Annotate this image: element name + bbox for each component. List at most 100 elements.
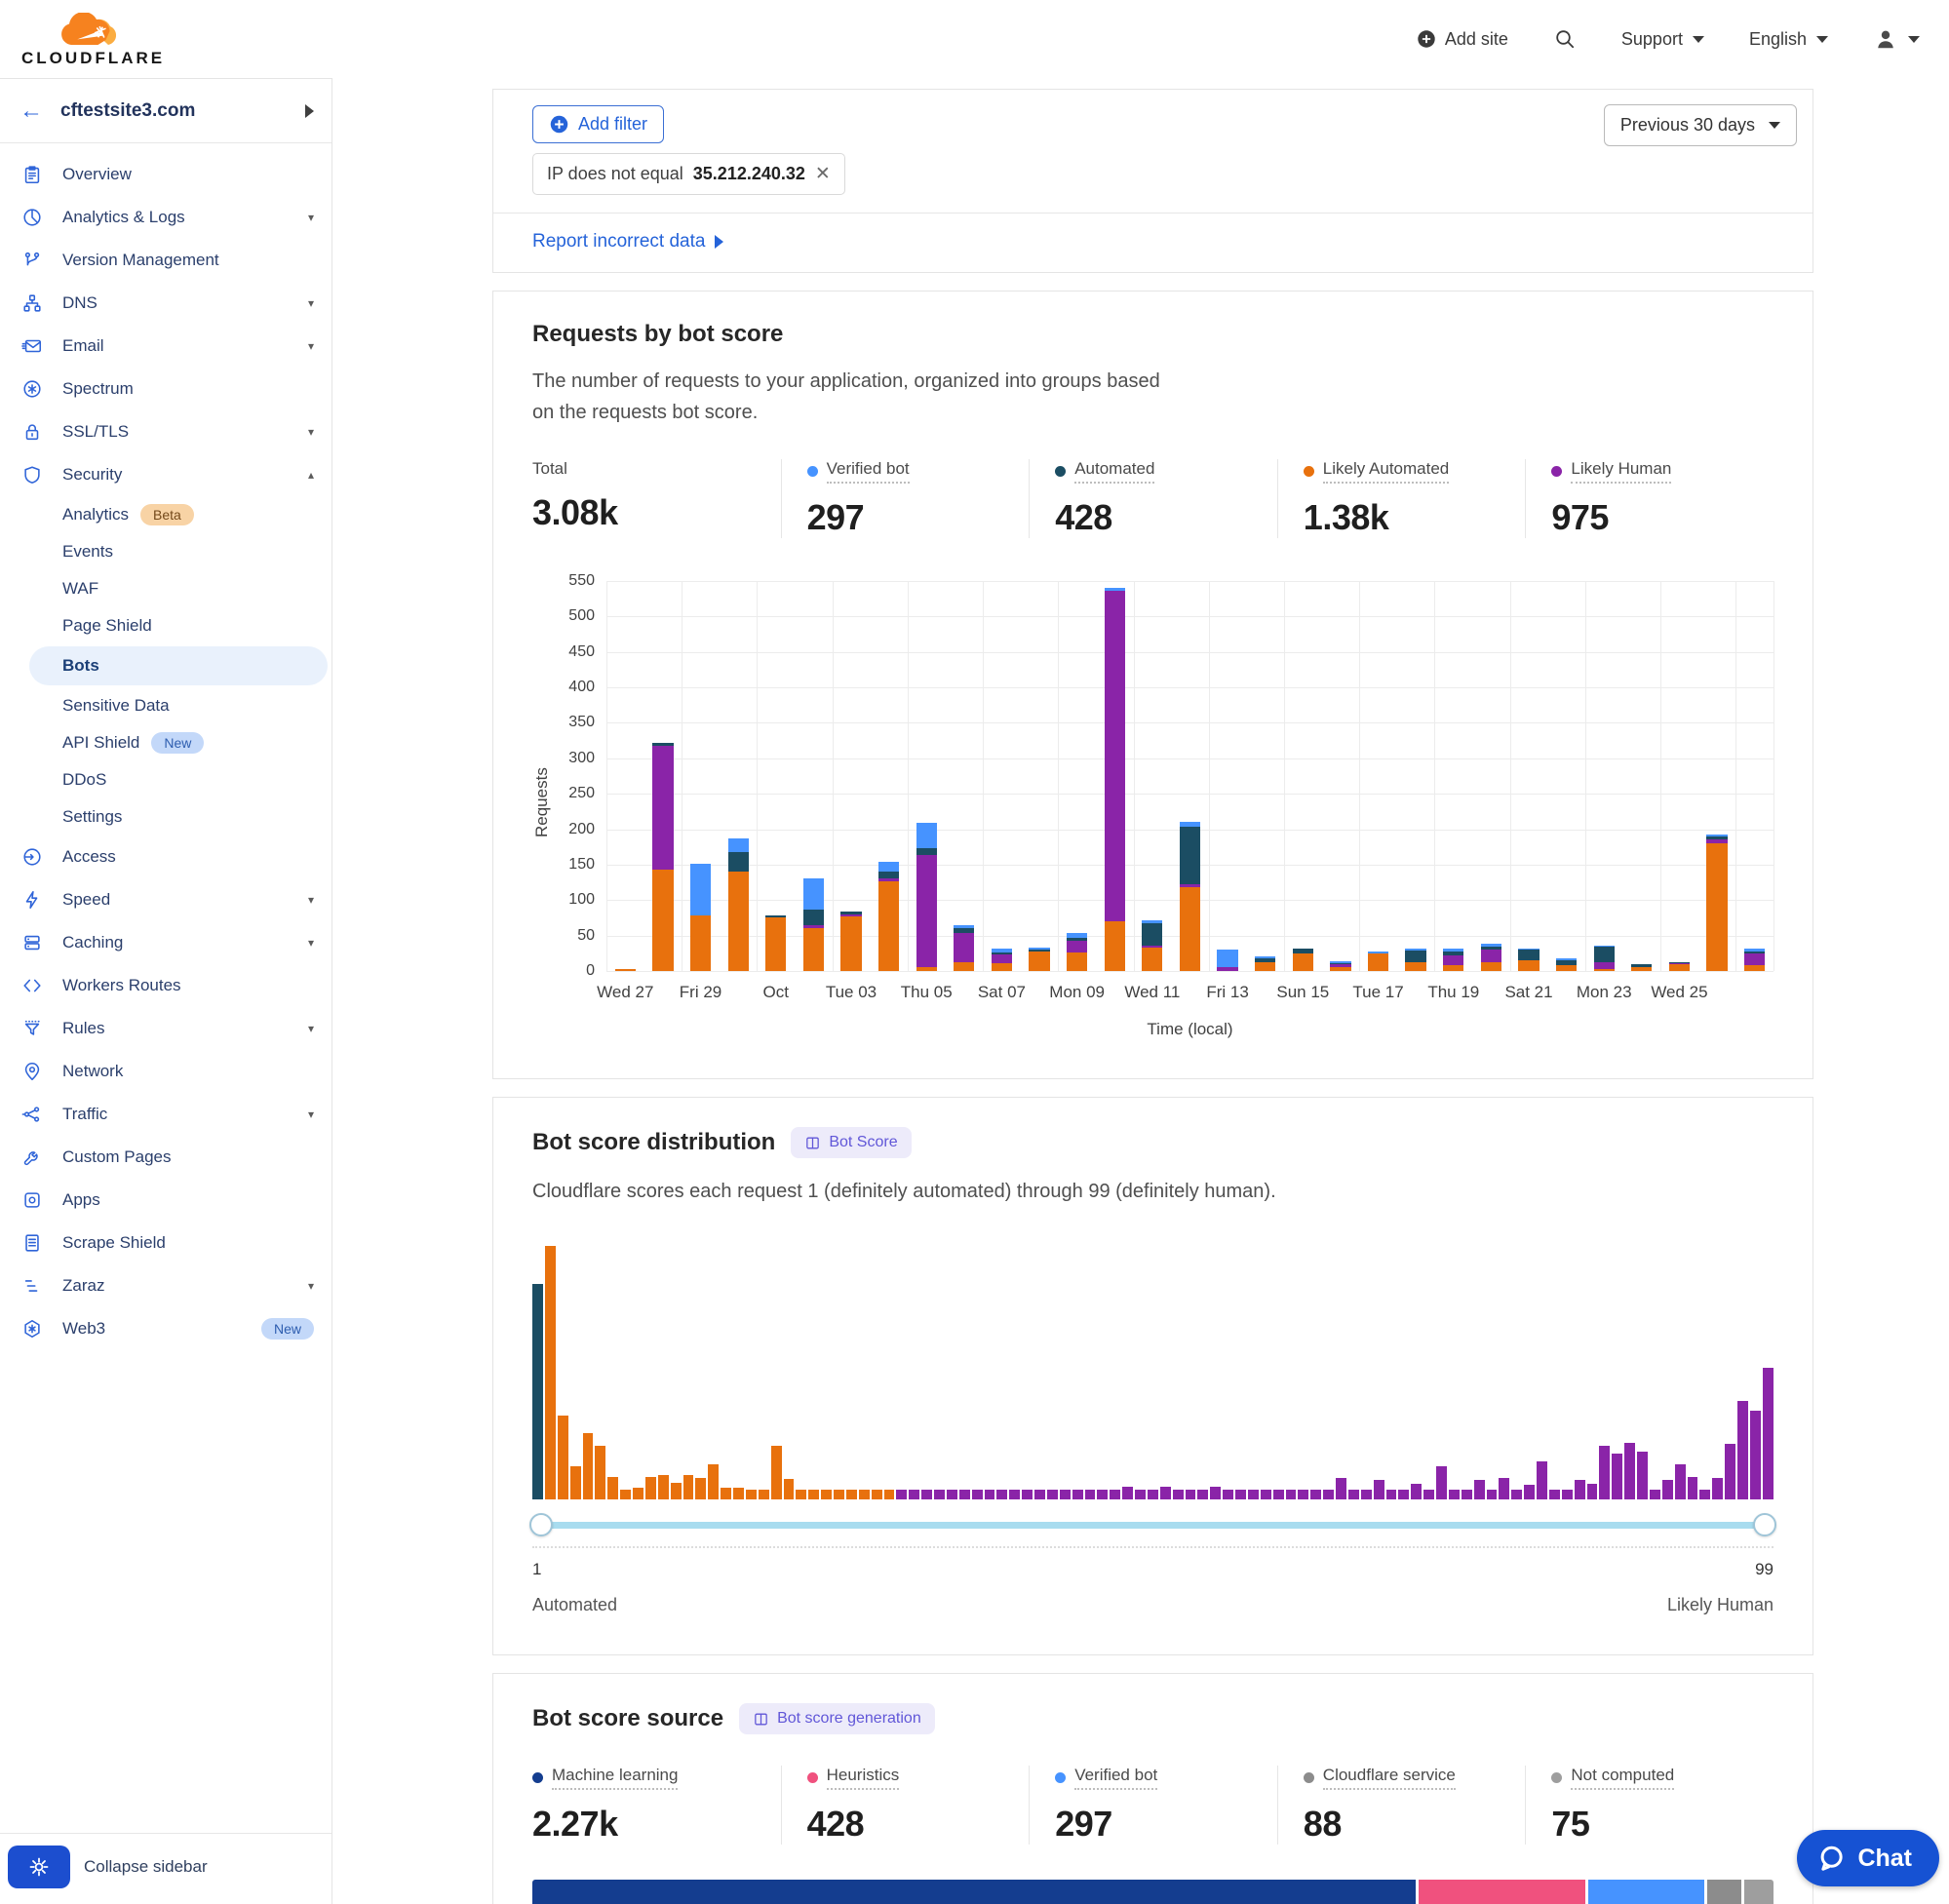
sidebar-item-caching[interactable]: Caching▾ xyxy=(0,921,331,964)
chat-bubble-icon xyxy=(1816,1844,1846,1873)
stacked-bar-day-21[interactable] xyxy=(1359,581,1397,971)
chat-button[interactable]: Chat xyxy=(1797,1830,1939,1886)
stat-label[interactable]: Verified bot xyxy=(1074,1766,1157,1790)
support-menu[interactable]: Support xyxy=(1621,29,1704,50)
stacked-bar-day-17[interactable] xyxy=(1209,581,1247,971)
stacked-bar-day-3[interactable] xyxy=(682,581,720,971)
sidebar-item-analytics-logs[interactable]: Analytics & Logs▾ xyxy=(0,196,331,239)
sidebar-item-api-shield[interactable]: API ShieldNew xyxy=(0,724,331,761)
sidebar-item-security[interactable]: Security▴ xyxy=(0,453,331,496)
sidebar-item-bots[interactable]: Bots xyxy=(29,646,328,685)
histogram-bar-score-34 xyxy=(947,1490,957,1499)
sidebar-item-analytics[interactable]: AnalyticsBeta xyxy=(0,496,331,533)
slider-handle-max[interactable] xyxy=(1753,1513,1776,1536)
stacked-bar-day-27[interactable] xyxy=(1585,581,1623,971)
slider-handle-min[interactable] xyxy=(529,1513,553,1536)
stacked-bar-day-11[interactable] xyxy=(983,581,1021,971)
sidebar-item-version-management[interactable]: Version Management xyxy=(0,239,331,282)
stacked-bar-day-1[interactable] xyxy=(606,581,644,971)
settings-gear-button[interactable] xyxy=(8,1846,70,1888)
sidebar-item-events[interactable]: Events xyxy=(0,533,331,570)
stacked-bar-day-23[interactable] xyxy=(1434,581,1472,971)
stacked-bar-day-24[interactable] xyxy=(1472,581,1510,971)
search-button[interactable] xyxy=(1553,27,1577,51)
stacked-bar-day-5[interactable] xyxy=(757,581,795,971)
y-tick-label: 0 xyxy=(586,962,595,980)
stat-label[interactable]: Automated xyxy=(1074,459,1154,484)
date-range-dropdown[interactable]: Previous 30 days xyxy=(1604,104,1797,146)
sidebar-item-sensitive-data[interactable]: Sensitive Data xyxy=(0,687,331,724)
stacked-bar-day-28[interactable] xyxy=(1622,581,1660,971)
sidebar-item-custom-pages[interactable]: Custom Pages xyxy=(0,1136,331,1179)
stacked-bar-day-29[interactable] xyxy=(1660,581,1698,971)
stacked-bar-day-15[interactable] xyxy=(1134,581,1172,971)
stat-label[interactable]: Likely Automated xyxy=(1323,459,1449,484)
source-section-title: Bot score source xyxy=(532,1705,723,1732)
segment-likely-automated xyxy=(1067,952,1087,971)
sidebar-item-ddos[interactable]: DDoS xyxy=(0,761,331,798)
sidebar-item-network[interactable]: Network xyxy=(0,1050,331,1093)
stacked-bar-day-19[interactable] xyxy=(1284,581,1322,971)
sidebar-item-apps[interactable]: Apps xyxy=(0,1179,331,1222)
histogram-bar-score-13 xyxy=(683,1475,694,1499)
add-site-button[interactable]: Add site xyxy=(1416,28,1508,50)
sidebar-item-overview[interactable]: Overview xyxy=(0,153,331,196)
sidebar-item-spectrum[interactable]: Spectrum xyxy=(0,368,331,410)
sidebar-item-label: Settings xyxy=(62,807,122,827)
stacked-bar-day-6[interactable] xyxy=(795,581,833,971)
stacked-bar-day-7[interactable] xyxy=(833,581,871,971)
remove-filter-icon[interactable]: ✕ xyxy=(815,163,831,185)
sidebar-item-page-shield[interactable]: Page Shield xyxy=(0,607,331,644)
stacked-bar-day-22[interactable] xyxy=(1397,581,1435,971)
sidebar-item-zaraz[interactable]: Zaraz▾ xyxy=(0,1264,331,1307)
language-menu[interactable]: English xyxy=(1749,29,1828,50)
stacked-bar-day-31[interactable] xyxy=(1735,581,1774,971)
stacked-bar-day-4[interactable] xyxy=(720,581,758,971)
stacked-bar-day-30[interactable] xyxy=(1698,581,1736,971)
stat-label[interactable]: Cloudflare service xyxy=(1323,1766,1456,1790)
sidebar-item-workers-routes[interactable]: Workers Routes xyxy=(0,964,331,1007)
collapse-sidebar-label[interactable]: Collapse sidebar xyxy=(84,1857,208,1877)
stat-label[interactable]: Not computed xyxy=(1571,1766,1674,1790)
sidebar-item-traffic[interactable]: Traffic▾ xyxy=(0,1093,331,1136)
stacked-bar-day-10[interactable] xyxy=(945,581,983,971)
requests-section-title: Requests by bot score xyxy=(532,321,783,348)
site-expand-icon[interactable] xyxy=(305,104,314,118)
stacked-bar-day-25[interactable] xyxy=(1510,581,1548,971)
stat-label[interactable]: Machine learning xyxy=(552,1766,678,1790)
add-filter-button[interactable]: Add filter xyxy=(532,105,664,143)
stacked-bar-day-8[interactable] xyxy=(870,581,908,971)
stacked-bar-day-13[interactable] xyxy=(1058,581,1096,971)
bot-score-badge[interactable]: Bot Score xyxy=(791,1127,911,1158)
histogram-bar-score-9 xyxy=(633,1488,643,1499)
source-segment-verified-bot xyxy=(1588,1880,1704,1904)
stat-label[interactable]: Heuristics xyxy=(827,1766,900,1790)
stacked-bar-day-2[interactable] xyxy=(644,581,682,971)
stacked-bar-day-18[interactable] xyxy=(1246,581,1284,971)
x-tick-label: Mon 23 xyxy=(1577,983,1632,1002)
sidebar-item-waf[interactable]: WAF xyxy=(0,570,331,607)
stacked-bar-day-12[interactable] xyxy=(1021,581,1059,971)
sidebar-item-web3[interactable]: Web3New xyxy=(0,1307,331,1350)
filter-chip[interactable]: IP does not equal 35.212.240.32 ✕ xyxy=(532,153,845,195)
stacked-bar-day-14[interactable] xyxy=(1096,581,1134,971)
sidebar-item-rules[interactable]: Rules▾ xyxy=(0,1007,331,1050)
sidebar-item-access[interactable]: Access xyxy=(0,835,331,878)
stacked-bar-day-20[interactable] xyxy=(1322,581,1360,971)
stacked-bar-day-26[interactable] xyxy=(1547,581,1585,971)
stacked-bar-day-16[interactable] xyxy=(1171,581,1209,971)
stat-label[interactable]: Verified bot xyxy=(827,459,910,484)
sidebar-item-speed[interactable]: Speed▾ xyxy=(0,878,331,921)
stat-label[interactable]: Likely Human xyxy=(1571,459,1671,484)
sidebar-item-dns[interactable]: DNS▾ xyxy=(0,282,331,325)
report-incorrect-data-link[interactable]: Report incorrect data xyxy=(532,231,723,253)
account-menu[interactable] xyxy=(1873,26,1920,52)
sidebar-item-settings[interactable]: Settings xyxy=(0,798,331,835)
sidebar-item-ssl-tls[interactable]: SSL/TLS▾ xyxy=(0,410,331,453)
sidebar-item-email[interactable]: Email▾ xyxy=(0,325,331,368)
stacked-bar-day-9[interactable] xyxy=(908,581,946,971)
back-arrow-icon[interactable]: ← xyxy=(19,97,43,125)
sidebar-item-scrape-shield[interactable]: Scrape Shield xyxy=(0,1222,331,1264)
bot-score-generation-badge[interactable]: Bot score generation xyxy=(739,1703,935,1734)
slider-track[interactable] xyxy=(532,1522,1774,1529)
